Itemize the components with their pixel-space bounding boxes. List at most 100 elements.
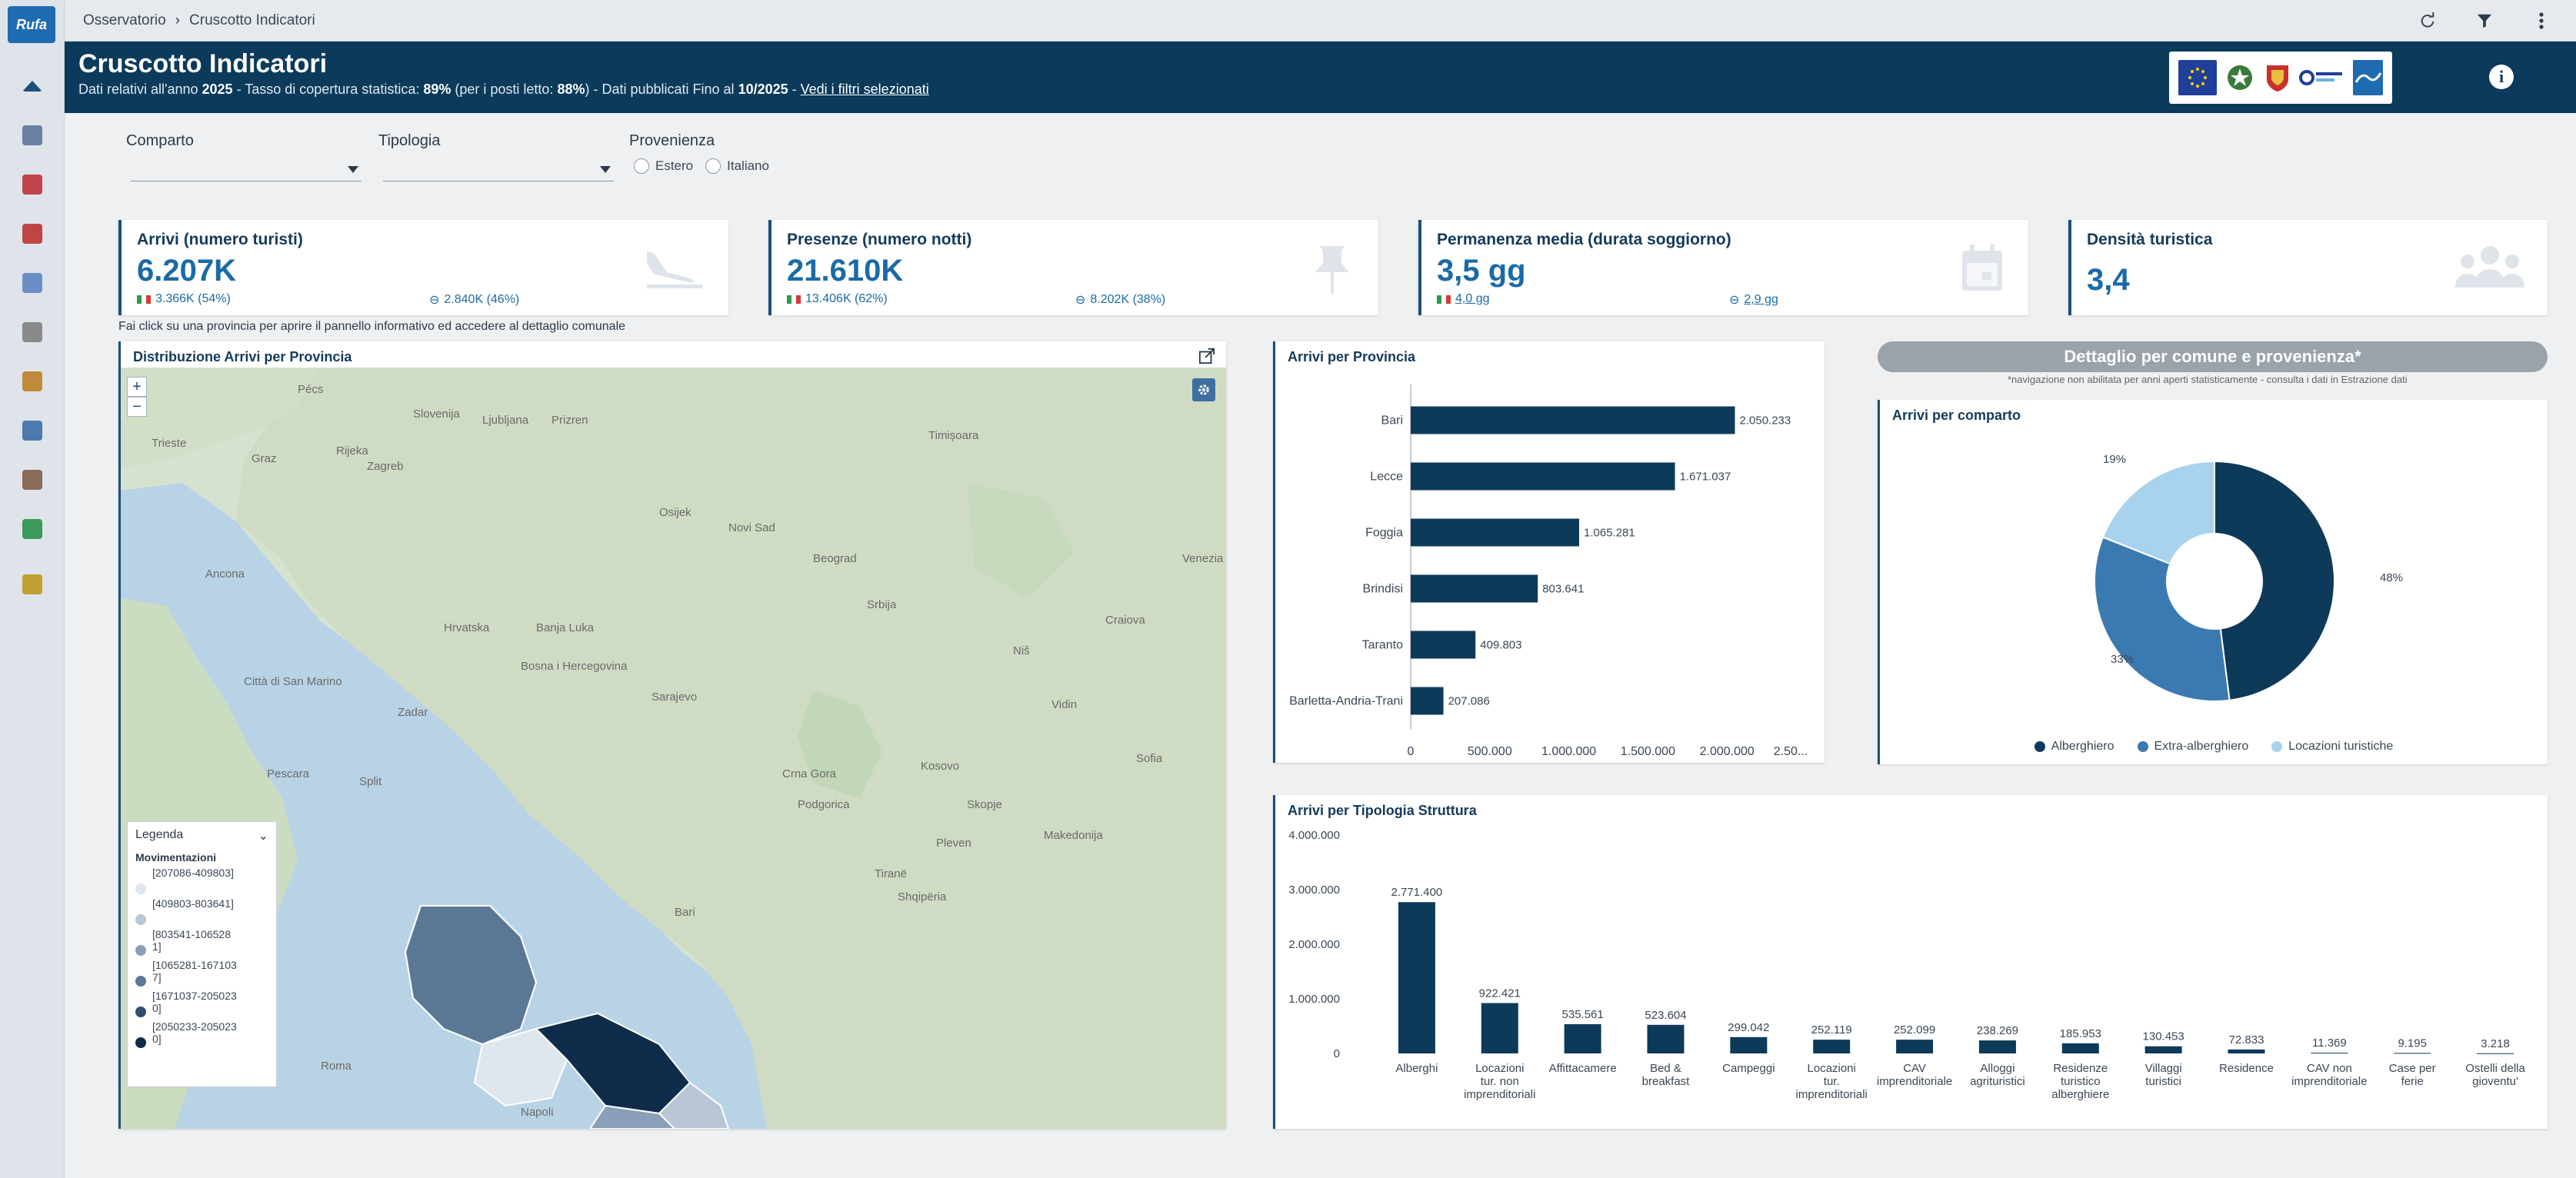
tipologia-bar[interactable] — [1647, 1024, 1685, 1053]
province-bar[interactable] — [1411, 406, 1735, 434]
map-place-label: Città di San Marino — [244, 675, 342, 688]
legend-item[interactable]: [1065281-1671037] — [135, 959, 268, 987]
tipologia-bar[interactable] — [1398, 902, 1435, 1053]
zoom-out-button[interactable]: − — [127, 397, 147, 417]
home-icon[interactable] — [17, 71, 48, 101]
radio-circle — [634, 158, 649, 174]
y-tick-label: 0 — [1334, 1047, 1340, 1060]
map-icon[interactable] — [17, 415, 48, 446]
donut-slice[interactable] — [2214, 460, 2335, 701]
bar-value-label: 9.195 — [2398, 1037, 2427, 1050]
bar-value-label: 185.953 — [2060, 1027, 2101, 1040]
breadcrumb-current: Cruscotto Indicatori — [189, 12, 315, 28]
province-bar[interactable] — [1411, 518, 1580, 547]
province-bar[interactable] — [1411, 631, 1476, 659]
breadcrumb-separator: › — [175, 12, 181, 28]
legend-label: [803541-1065281] — [152, 928, 231, 953]
bar-value-label: 299.042 — [1728, 1021, 1769, 1034]
province-bar[interactable] — [1411, 574, 1538, 603]
tipologia-bar[interactable] — [2477, 1053, 2514, 1054]
legend-swatch — [135, 945, 146, 956]
tipologia-bar[interactable] — [2144, 1046, 2182, 1053]
map-place-label: Craiova — [1105, 614, 1145, 627]
legend-item[interactable]: [409803-803641] — [135, 897, 268, 925]
map-canvas[interactable]: Slovenija Zagreb Hrvatska Bosna i Hercegovi… — [121, 368, 1226, 1129]
more-vertical-icon[interactable] — [2530, 9, 2553, 32]
refresh-icon[interactable] — [2416, 9, 2439, 32]
category-label-line: agrituristici — [1970, 1075, 2025, 1088]
legend-item[interactable]: [2050233-2050230] — [135, 1020, 268, 1048]
breadcrumb-root[interactable]: Osservatorio — [83, 12, 166, 29]
tipologia-bar[interactable] — [1813, 1040, 1851, 1053]
subtitle-year: 2025 — [202, 82, 233, 97]
tipologia-bar[interactable] — [2061, 1043, 2099, 1053]
tipologia-select[interactable] — [383, 158, 614, 181]
map-hint-text: Fai click su una provincia per aprire il… — [118, 320, 626, 333]
donut-slice[interactable] — [2094, 536, 2231, 702]
tipologia-bar[interactable] — [1978, 1040, 2016, 1053]
legend-entry[interactable]: Locazioni turistiche — [2271, 740, 2393, 754]
tipologia-bar[interactable] — [1481, 1003, 1518, 1053]
filters-link[interactable]: Vedi i filtri selezionati — [801, 82, 929, 97]
category-label-line: Affittacamere — [1549, 1062, 1617, 1075]
info-icon[interactable]: i — [2489, 65, 2514, 89]
map-place-label: Beograd — [813, 552, 857, 565]
chart-icon[interactable] — [17, 120, 48, 151]
legend-title: Legenda — [135, 828, 184, 841]
map-place-label: Crna Gora — [782, 767, 837, 780]
category-label-line: Alberghi — [1395, 1062, 1438, 1075]
search-map-icon-glyph — [22, 175, 42, 195]
zoom-in-button[interactable]: + — [127, 377, 147, 397]
swap-icon[interactable] — [17, 569, 48, 600]
kpi-italian-value: 4,0 gg — [1455, 292, 1490, 305]
briefcase-icon[interactable] — [17, 218, 48, 249]
toolbar-actions — [2416, 9, 2553, 32]
radio-italiano[interactable]: Italiano — [705, 158, 769, 174]
breadcrumb: Osservatorio › Cruscotto Indicatori — [83, 12, 315, 29]
app-logo[interactable]: Rufa — [8, 6, 55, 43]
bar-value-label: 2.771.400 — [1391, 886, 1443, 899]
tipologia-bar[interactable] — [1564, 1023, 1601, 1053]
monitor-icon[interactable] — [17, 464, 48, 495]
chevron-down-icon[interactable]: ⌄ — [258, 828, 268, 844]
rufa-small-logo — [2353, 60, 2383, 95]
page-subtitle: Dati relativi all'anno 2025 - Tasso di c… — [78, 82, 929, 98]
x-tick-label: 1.000.000 — [1541, 745, 1596, 758]
y-tick-label: 4.000.000 — [1288, 829, 1340, 842]
kpi-card-arrivi: Arrivi (numero turisti) 6.207K 3.366K (5… — [118, 220, 728, 315]
kpi-italian: 13.406K (62%) — [787, 292, 888, 306]
subtitle-text: - — [788, 82, 801, 97]
category-label-line: alberghiere — [2051, 1088, 2109, 1101]
building-icon[interactable] — [17, 268, 48, 298]
comparto-select[interactable] — [131, 158, 362, 181]
tipologia-bar[interactable] — [1730, 1037, 1768, 1053]
legend-entry[interactable]: Alberghiero — [2034, 740, 2114, 754]
database-icon[interactable] — [17, 514, 48, 544]
province-chart-panel: Arrivi per Provincia Bari 2.050.233 Lecce 1… — [1273, 341, 1825, 763]
tipologia-bar[interactable] — [2228, 1049, 2265, 1053]
kpi-foreign-value: 2.840K (46%) — [444, 293, 520, 306]
gear-icon[interactable] — [1192, 378, 1215, 401]
filter-icon[interactable] — [2473, 9, 2496, 32]
republic-emblem-logo — [2224, 60, 2255, 95]
legend-entry[interactable]: Extra-alberghiero — [2137, 740, 2248, 754]
legend-item[interactable]: [803541-1065281] — [135, 928, 268, 956]
legend-item[interactable]: [207086-409803] — [135, 867, 268, 894]
legend-item[interactable]: [1671037-2050230] — [135, 990, 268, 1017]
detail-comune-button[interactable]: Dettaglio per comune e provenienza* — [1878, 341, 2548, 372]
radio-estero[interactable]: Estero — [634, 158, 693, 174]
tipologia-bar[interactable] — [1896, 1040, 1934, 1053]
province-bar[interactable] — [1411, 462, 1675, 491]
search-map-icon[interactable] — [17, 169, 48, 200]
swap-icon-glyph — [22, 574, 42, 594]
legend-swatch — [2034, 740, 2045, 752]
category-label: Campeggi — [1722, 1062, 1775, 1075]
map-place-label: Kosovo — [921, 760, 960, 773]
legend-swatch — [135, 1007, 146, 1017]
kpi-value: 3,4 — [2087, 263, 2130, 297]
export-icon[interactable] — [1198, 348, 1215, 368]
globe-icon[interactable] — [17, 366, 48, 397]
province-bar[interactable] — [1411, 687, 1444, 715]
satellite-icon[interactable] — [17, 317, 48, 348]
kpi-title: Densità turistica — [2087, 231, 2213, 248]
